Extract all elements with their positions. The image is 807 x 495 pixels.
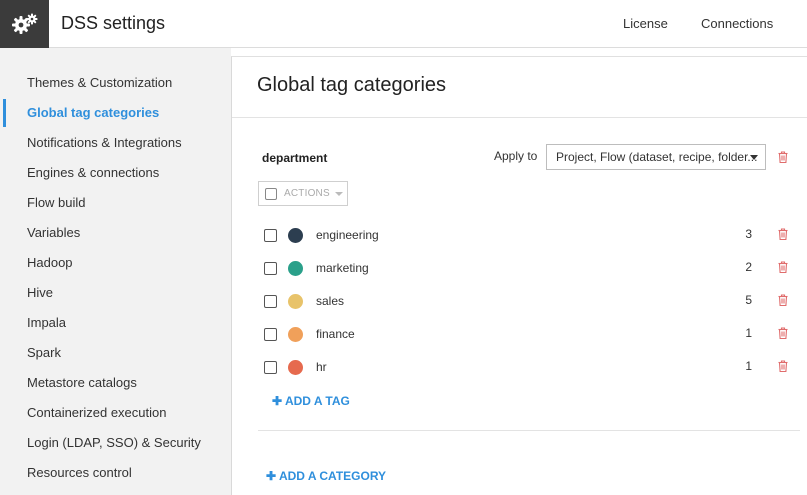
delete-category-trash-icon[interactable] — [778, 150, 788, 168]
delete-tag-trash-icon[interactable] — [778, 359, 788, 377]
add-tag-button[interactable]: ✚ ADD A TAG — [272, 394, 350, 408]
caret-down-icon — [750, 155, 758, 160]
sidebar-item-metastore[interactable]: Metastore catalogs — [0, 368, 231, 398]
select-all-checkbox[interactable] — [265, 188, 277, 200]
tag-name[interactable]: marketing — [316, 261, 369, 275]
connections-link[interactable]: Connections — [701, 16, 773, 31]
apply-to-label: Apply to — [494, 149, 538, 163]
tag-color-dot[interactable] — [288, 360, 303, 375]
tag-row: hr 1 — [232, 350, 807, 383]
add-category-label: ADD A CATEGORY — [278, 469, 387, 483]
add-tag-label: ADD A TAG — [284, 394, 350, 408]
tag-name[interactable]: sales — [316, 294, 344, 308]
plus-icon: ✚ — [266, 469, 277, 483]
apply-to-value: Project, Flow (dataset, recipe, folder..… — [556, 150, 758, 164]
tag-row: marketing 2 — [232, 251, 807, 284]
tag-name[interactable]: hr — [316, 360, 327, 374]
tag-count: 5 — [745, 293, 752, 307]
tag-row: engineering 3 — [232, 218, 807, 251]
tag-name[interactable]: engineering — [316, 228, 379, 242]
tag-checkbox[interactable] — [264, 361, 277, 374]
tag-count: 3 — [745, 227, 752, 241]
sidebar-item-resources[interactable]: Resources control — [0, 458, 231, 488]
delete-tag-trash-icon[interactable] — [778, 227, 788, 245]
app-title: DSS settings — [61, 13, 166, 33]
tag-checkbox[interactable] — [264, 328, 277, 341]
sidebar-item-impala[interactable]: Impala — [0, 308, 231, 338]
tag-row: sales 5 — [232, 284, 807, 317]
tag-checkbox[interactable] — [264, 262, 277, 275]
tag-color-dot[interactable] — [288, 327, 303, 342]
main-panel: Global tag categories department Apply t… — [231, 56, 807, 495]
tag-count: 1 — [745, 326, 752, 340]
actions-label: ACTIONS — [284, 188, 330, 199]
sidebar-item-spark[interactable]: Spark — [0, 338, 231, 368]
delete-tag-trash-icon[interactable] — [778, 260, 788, 278]
category-name[interactable]: department — [262, 151, 327, 165]
delete-tag-trash-icon[interactable] — [778, 293, 788, 311]
sidebar-item-containerized[interactable]: Containerized execution — [0, 398, 231, 428]
sidebar-item-hive[interactable]: Hive — [0, 278, 231, 308]
sidebar-item-login-security[interactable]: Login (LDAP, SSO) & Security — [0, 428, 231, 458]
plus-icon: ✚ — [272, 394, 283, 408]
tag-checkbox[interactable] — [264, 295, 277, 308]
tag-name[interactable]: finance — [316, 327, 355, 341]
title-divider — [232, 117, 807, 118]
tag-count: 1 — [745, 359, 752, 373]
sidebar-item-flow-build[interactable]: Flow build — [0, 188, 231, 218]
settings-sidebar: Themes & Customization Global tag catego… — [0, 48, 231, 495]
sidebar-item-engines[interactable]: Engines & connections — [0, 158, 231, 188]
tag-color-dot[interactable] — [288, 228, 303, 243]
page-title: Global tag categories — [257, 74, 447, 96]
add-category-button[interactable]: ✚ ADD A CATEGORY — [266, 469, 386, 483]
actions-dropdown[interactable]: ACTIONS — [258, 181, 348, 206]
settings-gears-icon[interactable] — [0, 0, 49, 48]
sidebar-item-notifications[interactable]: Notifications & Integrations — [0, 128, 231, 158]
sidebar-item-hadoop[interactable]: Hadoop — [0, 248, 231, 278]
tag-color-dot[interactable] — [288, 294, 303, 309]
sidebar-item-variables[interactable]: Variables — [0, 218, 231, 248]
sidebar-item-themes[interactable]: Themes & Customization — [0, 68, 231, 98]
license-link[interactable]: License — [623, 16, 668, 31]
tag-checkbox[interactable] — [264, 229, 277, 242]
apply-to-select[interactable]: Project, Flow (dataset, recipe, folder..… — [546, 144, 766, 170]
delete-tag-trash-icon[interactable] — [778, 326, 788, 344]
tag-color-dot[interactable] — [288, 261, 303, 276]
tag-count: 2 — [745, 260, 752, 274]
tag-row: finance 1 — [232, 317, 807, 350]
category-divider — [258, 430, 800, 431]
sidebar-item-global-tag-categories[interactable]: Global tag categories — [0, 98, 231, 128]
caret-down-icon — [335, 192, 343, 196]
top-bar: DSS settings License Connections — [0, 0, 807, 48]
